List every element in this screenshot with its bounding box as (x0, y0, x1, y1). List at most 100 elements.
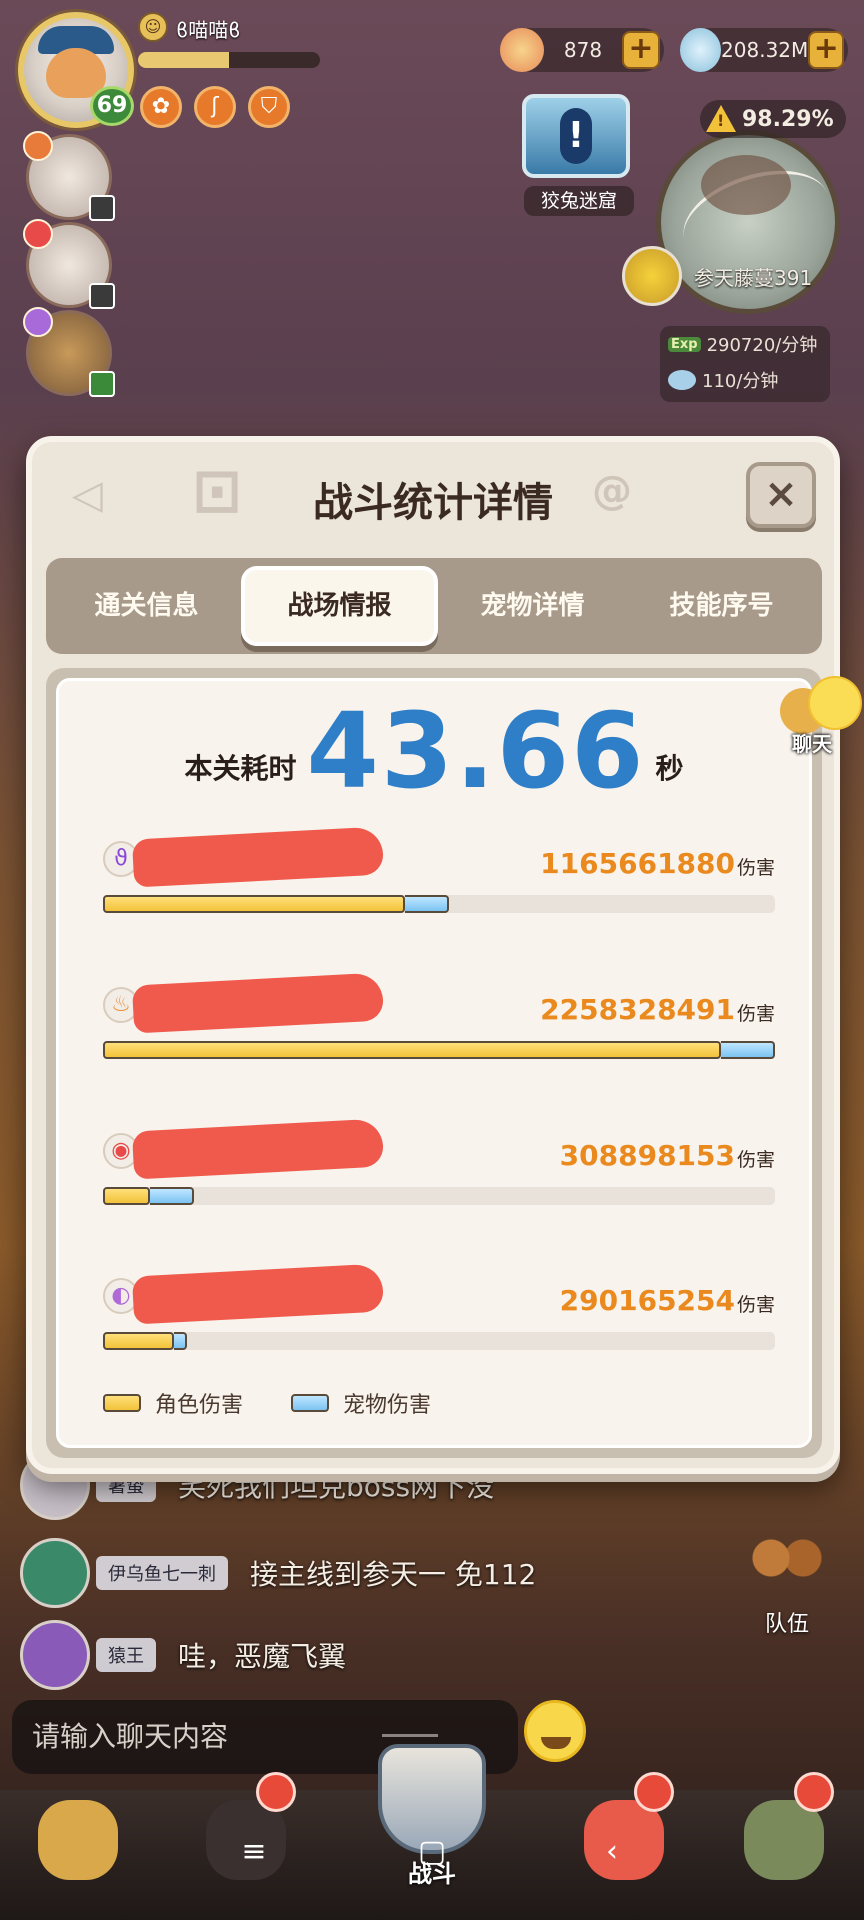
pet-damage-bar (150, 1187, 194, 1205)
location-row[interactable]: 参天藤蔓391 (622, 246, 813, 306)
character-icon (38, 1800, 118, 1880)
element-icon (23, 219, 53, 249)
cave-event-label: 狡兔迷窟 (524, 186, 634, 216)
tab-pet-details[interactable]: 宠物详情 (438, 566, 627, 646)
gold-currency: 878 + (500, 28, 664, 72)
team-icon (747, 1526, 827, 1606)
chat-sender: 伊乌鱼七一刺 (96, 1556, 228, 1590)
tab-battlefield-intel[interactable]: 战场情报 (241, 566, 438, 646)
system-menu-button[interactable]: ≡ (232, 1830, 276, 1874)
damage-unit: 伤害 (736, 1149, 775, 1171)
damage-total: 290165254 (559, 1284, 735, 1317)
modal-title: 战斗统计详情 (313, 480, 553, 526)
clear-time-value: 43.66 (306, 690, 646, 812)
nav-battle[interactable]: 战斗 (368, 1744, 496, 1914)
element-icon (23, 131, 53, 161)
chat-float-button[interactable]: 聊天 (780, 676, 864, 760)
redacted-player-name (131, 972, 385, 1034)
alert-icon: ! (560, 108, 592, 164)
chat-message-3[interactable]: 猿王 哇，恶魔飞翼 (20, 1618, 346, 1692)
damage-row: ◐ 290165254 伤害 (103, 1263, 775, 1368)
system-back-button[interactable]: ‹ (590, 1830, 634, 1874)
add-shell-button[interactable]: + (808, 31, 844, 69)
damage-row: ♨ 2258328491 伤害 (103, 972, 775, 1077)
stats-content: 本关耗时 43.66 秒 ϑ 1165661880 伤害 ♨ 2258328491 伤害 ◉… (56, 678, 812, 1448)
team-member-slot-3[interactable] (23, 307, 115, 397)
damage-unit: 伤害 (736, 857, 775, 879)
damage-track (103, 1332, 775, 1350)
cave-event-button[interactable]: ! (522, 94, 630, 178)
status-icon (89, 195, 115, 221)
status-icon (89, 283, 115, 309)
legend-swatch-pet (291, 1394, 330, 1412)
player-name: ϐ喵喵ϐ (176, 18, 241, 42)
team-member-slot-2[interactable] (23, 219, 115, 309)
shield-buff-icon[interactable]: ⛉ (248, 86, 290, 128)
gold-coin-icon (500, 28, 544, 72)
nav-guild[interactable] (734, 1772, 834, 1900)
exploration-progress: ! 98.29% (700, 100, 846, 138)
team-label: 队伍 (764, 1612, 809, 1637)
pet-damage-bar (405, 895, 450, 913)
system-home-button[interactable]: ▢ (410, 1830, 454, 1874)
damage-legend: 角色伤害 宠物伤害 (103, 1387, 431, 1419)
stats-content-frame: 本关耗时 43.66 秒 ϑ 1165661880 伤害 ♨ 2258328491 伤害 ◉… (46, 668, 822, 1458)
player-emblem-icon: ☺ (138, 12, 168, 42)
damage-track (103, 1041, 775, 1059)
redacted-player-name (131, 1118, 385, 1180)
character-damage-bar (103, 1187, 151, 1205)
exp-icon: Exp (668, 336, 701, 352)
chat-input-placeholder: 请输入聊天内容 (32, 1720, 229, 1753)
legend-label-pet: 宠物伤害 (343, 1393, 432, 1418)
damage-track (103, 895, 775, 913)
gold-amount: 878 (563, 38, 603, 62)
exp-rate: 290720/分钟 (706, 335, 818, 356)
speed-buff-icon[interactable]: ʃ (194, 86, 236, 128)
idle-rate-box: Exp 290720/分钟 110/分钟 (660, 326, 830, 402)
chat-message-2[interactable]: 伊乌鱼七一刺 接主线到参天一 免112 (20, 1536, 536, 1610)
player-level-badge: 69 (90, 86, 134, 126)
emoji-icon[interactable] (524, 1700, 586, 1762)
damage-row: ◉ 308898153 伤害 (103, 1118, 775, 1223)
notification-badge (794, 1772, 834, 1812)
attack-buff-icon[interactable]: ✿ (140, 86, 182, 128)
character-damage-bar (103, 1041, 722, 1059)
nav-character[interactable] (28, 1790, 128, 1900)
redacted-player-name (131, 826, 385, 888)
chat-face-icon (808, 676, 862, 730)
shell-rate: 110/分钟 (702, 371, 779, 392)
notification-badge (634, 1772, 674, 1812)
clear-time-row: 本关耗时 43.66 秒 (59, 699, 809, 803)
input-cursor-line (382, 1734, 438, 1737)
chat-text: 接主线到参天一 免112 (250, 1558, 537, 1591)
add-gold-button[interactable]: + (622, 31, 660, 69)
damage-row: ϑ 1165661880 伤害 (103, 826, 775, 931)
player-exp-fill (138, 52, 229, 68)
tab-clear-info[interactable]: 通关信息 (52, 566, 241, 646)
damage-total: 2258328491 (540, 993, 735, 1026)
warning-icon: ! (706, 105, 736, 133)
legend-swatch-character (103, 1394, 141, 1412)
shell-rate-icon (668, 370, 696, 390)
character-damage-bar (103, 1332, 174, 1350)
close-button[interactable]: × (746, 462, 816, 528)
pet-damage-bar (721, 1041, 775, 1059)
pet-damage-bar (173, 1332, 187, 1350)
legend-label-character: 角色伤害 (155, 1393, 244, 1418)
team-member-slot-1[interactable] (23, 131, 115, 221)
damage-total: 1165661880 (540, 847, 735, 880)
damage-unit: 伤害 (736, 1003, 775, 1025)
tab-skill-order[interactable]: 技能序号 (627, 566, 816, 646)
shell-amount: 208.32M (721, 38, 809, 62)
character-damage-bar (103, 895, 406, 913)
team-button[interactable]: 队伍 (742, 1526, 832, 1637)
notification-badge (256, 1772, 296, 1812)
chat-float-label: 聊天 (792, 732, 832, 756)
location-name: 参天藤蔓391 (694, 265, 813, 290)
chat-sender: 猿王 (96, 1638, 156, 1672)
clear-time-label: 本关耗时 (184, 752, 297, 785)
stats-tabbar: 通关信息 战场情报 宠物详情 技能序号 (46, 558, 822, 654)
battle-stats-modal: ◁ ⊡ @ 战斗统计详情 × 通关信息 战场情报 宠物详情 技能序号 本关耗时 … (26, 436, 840, 1474)
guild-icon (744, 1800, 824, 1880)
clear-time-unit: 秒 (655, 752, 684, 785)
